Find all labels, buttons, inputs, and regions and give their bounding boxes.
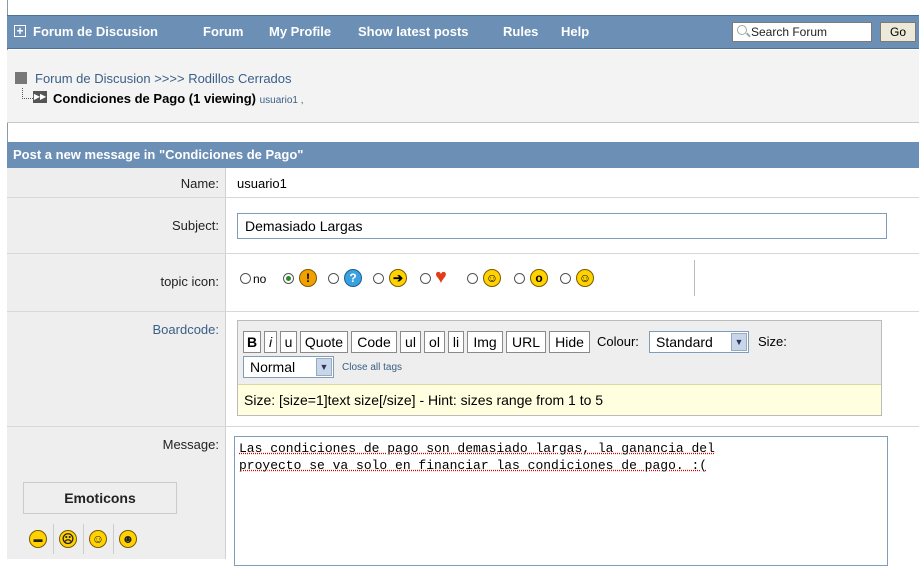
topic-icon-bar: no ! ? ➔ ♥ ☺ o ☺ bbox=[237, 260, 695, 296]
chevron-down-icon: ▼ bbox=[316, 358, 332, 376]
name-field-cell: usuario1 bbox=[226, 168, 919, 197]
emoticon-grin[interactable]: ☻ bbox=[113, 524, 143, 554]
code-button[interactable]: Code bbox=[351, 331, 397, 353]
forum-icon bbox=[15, 72, 27, 84]
close-all-tags-link[interactable]: Close all tags bbox=[342, 362, 402, 373]
smile-icon: ☺ bbox=[89, 530, 107, 548]
breadcrumb-topic: Condiciones de Pago (1 viewing) usuario1… bbox=[53, 91, 304, 106]
topic-arrow-icon: ▶▶ bbox=[33, 91, 47, 103]
cool-icon: ▬ bbox=[29, 530, 47, 548]
emoticon-cool[interactable]: ▬ bbox=[23, 524, 54, 554]
topic-icon-exclamation-radio[interactable] bbox=[283, 273, 294, 284]
hide-button[interactable]: Hide bbox=[549, 331, 590, 353]
topic-icon-cell: no ! ? ➔ ♥ ☺ o ☺ bbox=[226, 254, 919, 311]
top-nav: + Forum de Discusion Forum My Profile Sh… bbox=[7, 15, 919, 49]
colour-select[interactable]: Standard ▼ bbox=[649, 331, 749, 353]
url-button[interactable]: URL bbox=[506, 331, 546, 353]
name-value: usuario1 bbox=[237, 176, 287, 191]
chevron-down-icon: ▼ bbox=[731, 333, 747, 351]
topic-icon-row: topic icon: no ! ? ➔ ♥ ☺ o ☺ bbox=[7, 254, 919, 312]
expand-icon[interactable]: + bbox=[14, 25, 26, 37]
topic-icon-heart-radio[interactable] bbox=[420, 273, 431, 284]
underline-button[interactable]: u bbox=[280, 331, 297, 353]
img-button[interactable]: Img bbox=[467, 331, 503, 353]
nav-help[interactable]: Help bbox=[561, 24, 589, 39]
subject-label: Subject: bbox=[7, 198, 226, 253]
nav-forum-title[interactable]: Forum de Discusion bbox=[33, 24, 158, 39]
topic-title: Condiciones de Pago (1 viewing) bbox=[53, 91, 256, 106]
name-label: Name: bbox=[7, 168, 226, 197]
italic-button[interactable]: i bbox=[264, 331, 277, 353]
emoticon-smile[interactable]: ☺ bbox=[83, 524, 114, 554]
breadcrumb-path[interactable]: Forum de Discusion >>>> Rodillos Cerrado… bbox=[35, 71, 292, 86]
go-button[interactable]: Go bbox=[880, 22, 916, 42]
message-label: Message: bbox=[162, 437, 219, 452]
boardcode-toolbar: B i u Quote Code ul ol li Img URL Hide C… bbox=[237, 320, 882, 416]
size-select[interactable]: Normal ▼ bbox=[243, 356, 334, 378]
name-row: Name: usuario1 bbox=[7, 168, 919, 198]
message-row: Message: Emoticons ▬ ☹ ☺ ☻ Las condicion… bbox=[7, 427, 919, 566]
colour-value: Standard bbox=[656, 334, 713, 350]
grin-icon: ☺ bbox=[483, 269, 501, 287]
message-label-cell: Message: Emoticons ▬ ☹ ☺ ☻ bbox=[7, 427, 226, 559]
quote-button[interactable]: Quote bbox=[300, 331, 348, 353]
search-placeholder: Search Forum bbox=[751, 25, 828, 39]
boardcode-cell: B i u Quote Code ul ol li Img URL Hide C… bbox=[226, 312, 919, 426]
heart-icon: ♥ bbox=[435, 266, 447, 288]
message-textarea[interactable]: Las condiciones de pago son demasiado la… bbox=[234, 436, 888, 566]
tree-line-icon bbox=[22, 88, 33, 99]
topic-icon-arrow-radio[interactable] bbox=[373, 273, 384, 284]
li-button[interactable]: li bbox=[448, 331, 464, 353]
topic-icon-grin-radio[interactable] bbox=[467, 273, 478, 284]
ul-button[interactable]: ul bbox=[400, 331, 421, 353]
exclamation-icon: ! bbox=[299, 269, 317, 287]
message-line-1: Las condiciones de pago son demasiado la… bbox=[239, 441, 715, 456]
boardcode-row: Boardcode: B i u Quote Code ul ol li Img… bbox=[7, 312, 919, 427]
topic-icon-question-radio[interactable] bbox=[328, 273, 339, 284]
grin-icon: ☻ bbox=[119, 530, 137, 548]
subject-row: Subject: Demasiado Largas bbox=[7, 198, 919, 254]
bold-button[interactable]: B bbox=[243, 331, 261, 353]
size-value: Normal bbox=[250, 359, 296, 375]
viewer-link[interactable]: usuario1 , bbox=[260, 95, 304, 106]
boardcode-label[interactable]: Boardcode: bbox=[7, 312, 226, 426]
search-icon bbox=[737, 25, 747, 35]
smile-icon: ☺ bbox=[576, 269, 594, 287]
search-input[interactable]: Search Forum bbox=[732, 22, 872, 42]
arrow-icon: ➔ bbox=[389, 269, 407, 287]
no-icon-label: no bbox=[253, 272, 267, 286]
message-line-2: proyecto se va solo en financiar las con… bbox=[239, 458, 708, 473]
breadcrumb: Forum de Discusion >>>> Rodillos Cerrado… bbox=[7, 50, 919, 123]
topic-icon-none-radio[interactable] bbox=[240, 273, 251, 284]
ol-button[interactable]: ol bbox=[424, 331, 445, 353]
subject-input[interactable]: Demasiado Largas bbox=[237, 213, 887, 239]
hint-bar: Size: [size=1]text size[/size] - Hint: s… bbox=[238, 384, 881, 415]
nav-rules[interactable]: Rules bbox=[503, 24, 538, 39]
subject-field-cell: Demasiado Largas bbox=[226, 198, 919, 253]
message-field-cell: Las condiciones de pago son demasiado la… bbox=[226, 427, 919, 566]
size-label: Size: bbox=[758, 334, 787, 349]
emoticon-sad[interactable]: ☹ bbox=[53, 524, 84, 554]
topic-icon-smile-radio[interactable] bbox=[560, 273, 571, 284]
nav-my-profile[interactable]: My Profile bbox=[269, 24, 331, 39]
topic-icon-label: topic icon: bbox=[7, 254, 226, 311]
sad-icon: ☹ bbox=[59, 530, 77, 548]
topic-icon-surprised-radio[interactable] bbox=[514, 273, 525, 284]
question-icon: ? bbox=[344, 269, 362, 287]
colour-label: Colour: bbox=[597, 334, 639, 349]
nav-forum[interactable]: Forum bbox=[203, 24, 243, 39]
emoticons-title: Emoticons bbox=[23, 482, 177, 514]
post-header: Post a new message in "Condiciones de Pa… bbox=[7, 142, 919, 168]
surprised-icon: o bbox=[530, 269, 548, 287]
nav-show-latest-posts[interactable]: Show latest posts bbox=[358, 24, 469, 39]
